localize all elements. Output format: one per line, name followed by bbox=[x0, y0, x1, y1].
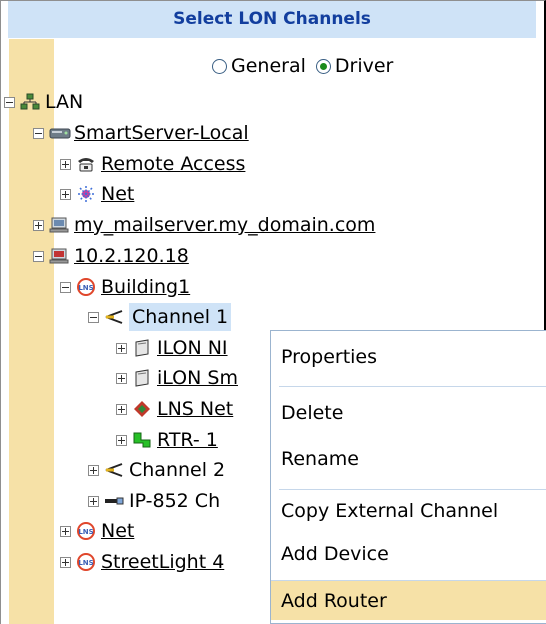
lan-network-icon bbox=[20, 93, 40, 111]
tree-label-rtr1[interactable]: RTR- 1 bbox=[157, 426, 218, 454]
expand-toggle[interactable] bbox=[60, 525, 71, 537]
device-icon bbox=[132, 339, 152, 357]
tree-label-ilon-sm[interactable]: iLON Sm bbox=[157, 364, 238, 392]
tree-label-building[interactable]: Building1 bbox=[101, 273, 190, 301]
tree-node-lns-net: LNS Net bbox=[116, 395, 233, 423]
expand-toggle[interactable] bbox=[116, 342, 127, 354]
tree-node-ilon-sm: iLON Sm bbox=[116, 364, 238, 392]
menu-item-add-device[interactable]: Add Device bbox=[271, 534, 546, 574]
menu-item-delete[interactable]: Delete bbox=[271, 393, 546, 433]
expand-toggle[interactable] bbox=[60, 188, 71, 200]
collapse-toggle[interactable] bbox=[60, 281, 71, 293]
expand-toggle[interactable] bbox=[33, 219, 44, 231]
tree-label-lns-net[interactable]: LNS Net bbox=[157, 395, 233, 423]
tree-label-net[interactable]: Net bbox=[101, 180, 134, 208]
tree-label-channel1[interactable]: Channel 1 bbox=[129, 303, 232, 331]
mode-selector: General Driver bbox=[212, 52, 403, 80]
tree-node-smartserver: SmartServer-Local bbox=[33, 119, 249, 147]
telephone-icon bbox=[76, 155, 96, 173]
expand-toggle[interactable] bbox=[116, 372, 127, 384]
lns-database-icon: LNS bbox=[76, 278, 96, 296]
expand-toggle[interactable] bbox=[88, 495, 99, 507]
expand-toggle[interactable] bbox=[88, 464, 99, 476]
tree-label-channel2[interactable]: Channel 2 bbox=[129, 456, 225, 484]
channel-icon bbox=[104, 461, 124, 479]
tree-label-remote-access[interactable]: Remote Access bbox=[101, 150, 245, 178]
tree-node-rtr1: RTR- 1 bbox=[116, 426, 218, 454]
driver-radio[interactable] bbox=[315, 58, 331, 74]
collapse-toggle[interactable] bbox=[4, 96, 15, 108]
tree-label-net-2[interactable]: Net bbox=[101, 517, 134, 545]
expand-toggle[interactable] bbox=[60, 556, 71, 568]
menu-item-copy-external-channel[interactable]: Copy External Channel bbox=[271, 491, 546, 531]
general-radio-label[interactable]: General bbox=[231, 52, 306, 80]
svg-text:LNS: LNS bbox=[78, 284, 93, 292]
lns-database-icon: LNS bbox=[76, 553, 96, 571]
lns-database-icon: LNS bbox=[76, 522, 96, 540]
computer-icon bbox=[49, 216, 69, 234]
tree-label-lan[interactable]: LAN bbox=[45, 88, 83, 116]
tree-node-building: LNS Building1 bbox=[60, 273, 190, 301]
tree-node-remote-access: Remote Access bbox=[60, 150, 245, 178]
menu-separator bbox=[279, 489, 546, 490]
tree-node-streetlight: LNS StreetLight 4 bbox=[60, 548, 224, 576]
tree-node-ip: 10.2.120.18 bbox=[33, 242, 189, 270]
menu-item-properties[interactable]: Properties bbox=[271, 337, 546, 377]
tree-node-channel2: Channel 2 bbox=[88, 456, 225, 484]
lns-network-icon bbox=[132, 400, 152, 418]
net-icon bbox=[76, 185, 96, 203]
tree-node-net-1: Net bbox=[60, 180, 134, 208]
device-icon bbox=[132, 369, 152, 387]
server-icon bbox=[49, 124, 71, 142]
tree-label-ilon-ni[interactable]: ILON NI bbox=[157, 334, 228, 362]
collapse-toggle[interactable] bbox=[88, 311, 99, 323]
expand-toggle[interactable] bbox=[116, 434, 127, 446]
tree-node-ilon-ni: ILON NI bbox=[116, 334, 228, 362]
tree-label-ip[interactable]: 10.2.120.18 bbox=[74, 242, 189, 270]
collapse-toggle[interactable] bbox=[33, 250, 44, 262]
page-title: Select LON Channels bbox=[8, 1, 536, 38]
tree-label-ip852[interactable]: IP-852 Ch bbox=[129, 487, 220, 515]
tree-label-streetlight[interactable]: StreetLight 4 bbox=[101, 548, 224, 576]
expand-toggle[interactable] bbox=[60, 158, 71, 170]
menu-item-rename[interactable]: Rename bbox=[271, 439, 546, 479]
driver-radio-label[interactable]: Driver bbox=[335, 52, 393, 80]
context-menu: Properties Delete Rename Copy External C… bbox=[270, 330, 546, 624]
svg-text:LNS: LNS bbox=[78, 559, 93, 567]
tree-node-channel1: Channel 1 bbox=[88, 303, 232, 331]
channel-icon bbox=[104, 308, 124, 326]
tree-label-mailserver[interactable]: my_mailserver.my_domain.com bbox=[74, 211, 375, 239]
tree-node-lan: LAN bbox=[4, 88, 83, 116]
tree-node-net-2: LNS Net bbox=[60, 517, 134, 545]
ip-channel-icon bbox=[104, 492, 124, 510]
svg-text:LNS: LNS bbox=[78, 528, 93, 536]
tree-node-ip852: IP-852 Ch bbox=[88, 487, 220, 515]
computer-icon bbox=[49, 247, 69, 265]
collapse-toggle[interactable] bbox=[33, 127, 44, 139]
general-radio[interactable] bbox=[212, 58, 227, 74]
tree-node-mailserver: my_mailserver.my_domain.com bbox=[33, 211, 375, 239]
expand-toggle[interactable] bbox=[116, 403, 127, 415]
router-icon bbox=[132, 431, 152, 449]
menu-separator bbox=[279, 386, 546, 387]
menu-item-add-router[interactable]: Add Router bbox=[271, 580, 546, 620]
tree-label-smartserver[interactable]: SmartServer-Local bbox=[74, 119, 249, 147]
